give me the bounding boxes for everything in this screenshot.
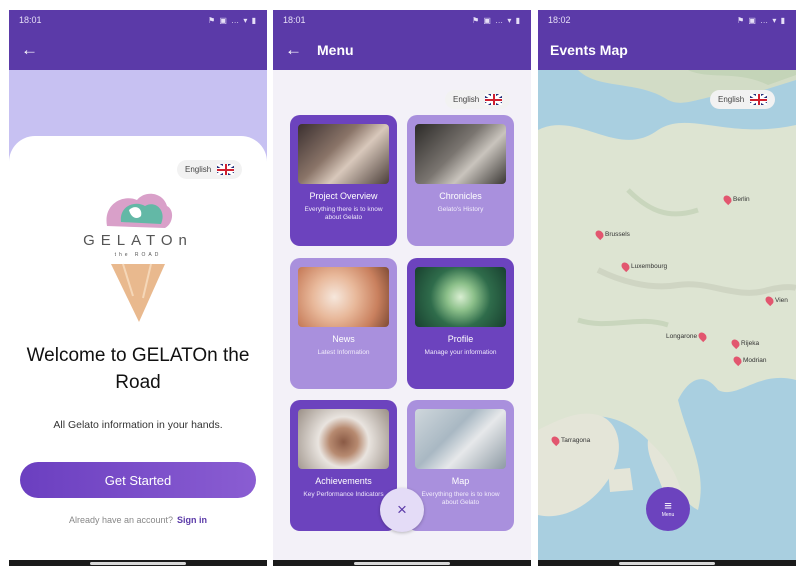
menu-fab-label: Menu <box>661 512 675 518</box>
chronicles-image <box>415 124 506 184</box>
language-selector[interactable]: English <box>177 160 243 179</box>
language-label: English <box>453 95 480 104</box>
system-nav-bar <box>273 560 531 566</box>
tile-description: Gelato's History <box>437 206 484 213</box>
menu-screen: 18:01 ⚑ ▣ … ▾ ▮ ← Menu English Project O… <box>273 10 531 566</box>
map-pin-icon <box>731 354 744 367</box>
status-icons: ⚑ ▣ … ▾ ▮ <box>207 15 257 25</box>
home-indicator[interactable] <box>619 562 715 565</box>
home-indicator[interactable] <box>90 562 186 565</box>
account-prompt: Already have an account? <box>68 515 174 525</box>
tile-title: Chronicles <box>439 191 482 201</box>
welcome-heading: Welcome to GELATOn the Road <box>26 345 250 393</box>
page-title: Events Map <box>550 42 628 58</box>
logo-text: GELATOn <box>83 232 193 249</box>
get-started-button[interactable]: Get Started <box>20 462 256 498</box>
map-pin-vienna[interactable]: Vien <box>763 294 788 307</box>
news-image <box>298 267 389 327</box>
tile-description: Everything there is to know about Gelato <box>421 491 500 506</box>
map-image <box>415 409 506 469</box>
tile-description: Latest Information <box>317 349 370 356</box>
status-icons: ⚑ ▣ … ▾ ▮ <box>736 15 786 25</box>
logo-subtext: the ROAD <box>114 252 162 258</box>
app-bar: ← <box>9 30 267 70</box>
menu-tile-project-overview[interactable]: Project Overview Everything there is to … <box>290 115 397 246</box>
welcome-screen: 18:01 ⚑ ▣ … ▾ ▮ ← English GELATOn the RO… <box>9 10 267 566</box>
map-pin-berlin[interactable]: Berlin <box>721 193 750 206</box>
map-pin-icon <box>619 260 632 273</box>
tile-title: Achievements <box>315 476 372 486</box>
map-pin-icon <box>549 434 562 447</box>
uk-flag-icon <box>750 94 768 105</box>
map-pin-icon <box>721 193 734 206</box>
status-bar: 18:01 ⚑ ▣ … ▾ ▮ <box>273 10 531 30</box>
status-time: 18:01 <box>283 15 306 25</box>
language-label: English <box>185 165 212 174</box>
sign-in-row: Already have an account? Sign in <box>9 515 267 525</box>
map-pin-icon <box>729 337 742 350</box>
language-label: English <box>718 95 745 104</box>
tile-title: Project Overview <box>309 191 378 201</box>
uk-flag-icon <box>485 94 503 105</box>
tile-title: Profile <box>447 334 474 344</box>
language-selector[interactable]: English <box>445 90 511 109</box>
screenshot-collage: 18:01 ⚑ ▣ … ▾ ▮ ← English GELATOn the RO… <box>0 0 796 570</box>
status-bar: 18:01 ⚑ ▣ … ▾ ▮ <box>9 10 267 30</box>
map-pin-luxembourg[interactable]: Luxembourg <box>619 260 667 273</box>
map-pin-icon <box>763 294 776 307</box>
home-indicator[interactable] <box>354 562 450 565</box>
achievements-image <box>298 409 389 469</box>
map-pin-brussels[interactable]: Brussels <box>593 228 630 241</box>
status-time: 18:01 <box>19 15 42 25</box>
tile-description: Key Performance Indicators <box>303 491 384 498</box>
app-bar: ← Menu <box>273 30 531 70</box>
status-icons: ⚑ ▣ … ▾ ▮ <box>471 15 521 25</box>
menu-tile-profile[interactable]: Profile Manage your information <box>407 258 514 389</box>
tile-description: Everything there is to know about Gelato <box>304 206 383 221</box>
tile-description: Manage your information <box>424 349 497 356</box>
sign-in-link[interactable]: Sign in <box>177 515 207 525</box>
menu-fab-button[interactable]: ≡ Menu <box>646 487 690 531</box>
back-arrow-icon[interactable]: ← <box>21 40 43 60</box>
app-bar: Events Map <box>538 30 796 70</box>
language-selector[interactable]: English <box>710 90 776 109</box>
map-pin-icon <box>593 228 606 241</box>
map-pin-rijeka[interactable]: Rijeka <box>729 337 759 350</box>
events-map-screen: 18:02 ⚑ ▣ … ▾ ▮ Events Map Berlin Brusse… <box>538 10 796 566</box>
system-nav-bar <box>538 560 796 566</box>
system-nav-bar <box>9 560 267 566</box>
back-arrow-icon[interactable]: ← <box>285 40 307 60</box>
profile-image <box>415 267 506 327</box>
close-menu-button[interactable]: × <box>380 488 424 532</box>
tile-title: Map <box>451 476 470 486</box>
welcome-tagline: All Gelato information in your hands. <box>53 419 223 431</box>
map-pin-longarone[interactable]: Longarone <box>666 330 709 343</box>
gelaton-logo: GELATOn the ROAD <box>63 186 213 326</box>
close-icon: × <box>397 500 407 519</box>
status-time: 18:02 <box>548 15 571 25</box>
map-pin-tarragona[interactable]: Tarragona <box>549 434 590 447</box>
project-overview-image <box>298 124 389 184</box>
uk-flag-icon <box>217 164 235 175</box>
menu-icon: ≡ <box>664 498 672 513</box>
map-pin-modrian[interactable]: Modrian <box>731 354 766 367</box>
menu-tile-chronicles[interactable]: Chronicles Gelato's History <box>407 115 514 246</box>
menu-tile-news[interactable]: News Latest Information <box>290 258 397 389</box>
tile-title: News <box>332 334 355 344</box>
status-bar: 18:02 ⚑ ▣ … ▾ ▮ <box>538 10 796 30</box>
page-title: Menu <box>317 42 354 58</box>
